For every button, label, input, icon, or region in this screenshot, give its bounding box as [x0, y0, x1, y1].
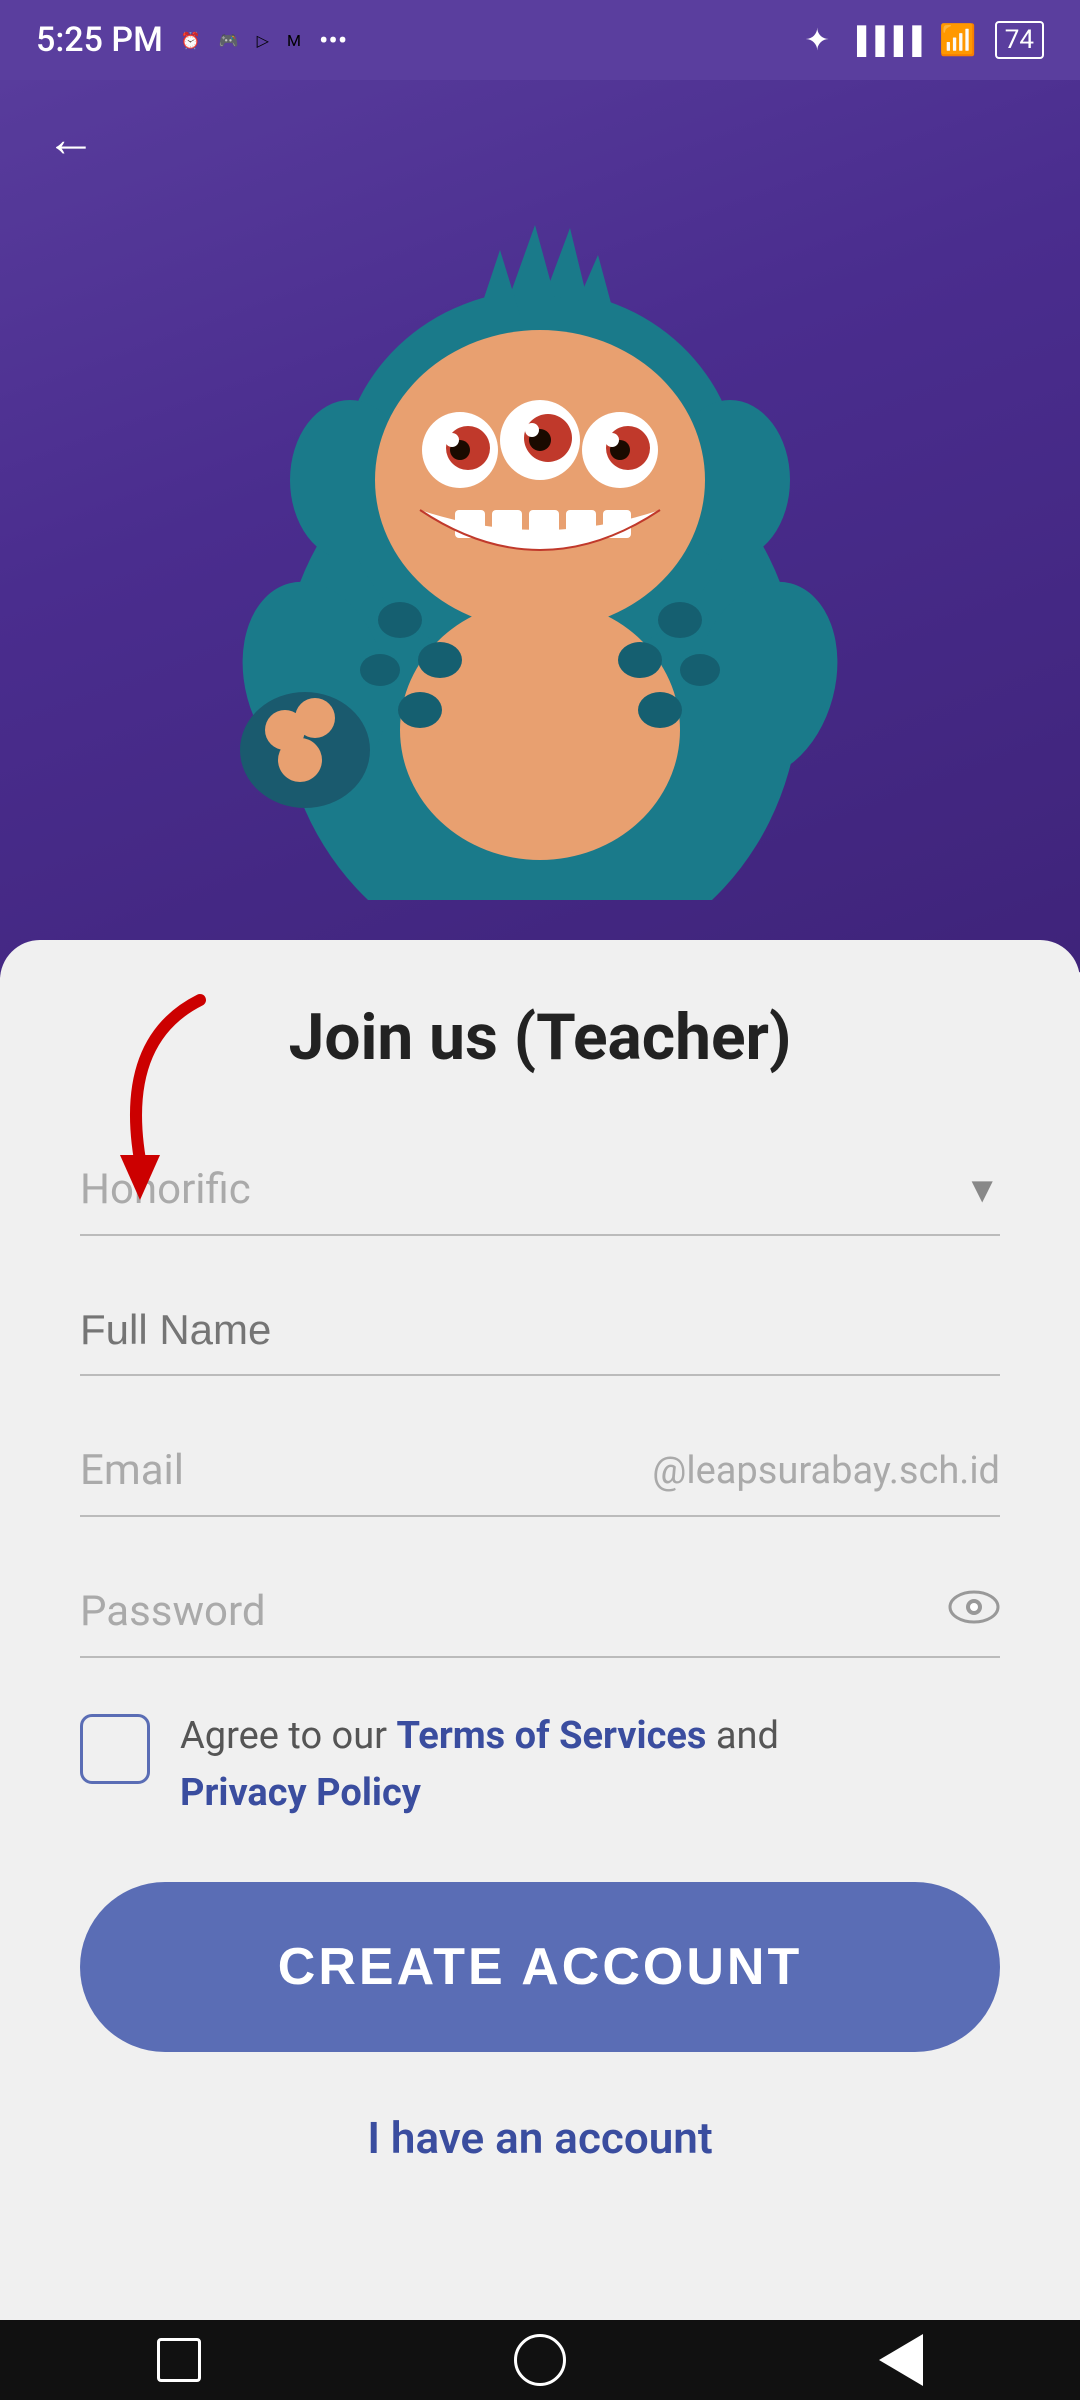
nav-bar [0, 2320, 1080, 2400]
nav-circle-icon [514, 2334, 566, 2386]
terms-text: Agree to our Terms of Services and Priva… [180, 1708, 779, 1822]
nav-home-button[interactable] [514, 2334, 566, 2386]
fullname-field[interactable] [80, 1286, 1000, 1376]
monster-illustration [0, 80, 1080, 900]
nav-square-button[interactable] [157, 2338, 201, 2382]
bluetooth-icon: ✦ [805, 23, 830, 58]
privacy-link[interactable]: Privacy Policy [180, 1771, 421, 1815]
dots-icon: ••• [319, 24, 347, 57]
email-field[interactable]: Email @leapsurabay.sch.id [80, 1426, 1000, 1517]
email-label: Email [80, 1446, 260, 1495]
dropdown-arrow-icon: ▼ [964, 1169, 1000, 1211]
game-icon: 🎮 [219, 31, 239, 50]
password-toggle-icon[interactable] [948, 1587, 1000, 1636]
fullname-input[interactable] [80, 1286, 1000, 1374]
nav-back-button[interactable] [879, 2334, 923, 2386]
nav-triangle-icon [879, 2334, 923, 2386]
monster-svg [200, 170, 880, 900]
red-arrow-annotation [60, 980, 240, 1214]
mail-icon: M [287, 31, 301, 50]
password-field[interactable]: Password [80, 1567, 1000, 1658]
status-bar: 5:25 PM ⏰ 🎮 ▷ M ••• ✦ ▐▐▐▐ 📶 74 [0, 0, 1080, 80]
wifi-icon: 📶 [939, 23, 976, 58]
battery-icon: 74 [995, 21, 1044, 59]
email-domain-suffix: @leapsurabay.sch.id [652, 1449, 1000, 1493]
terms-link[interactable]: Terms of Services [396, 1714, 706, 1758]
have-account-link[interactable]: I have an account [80, 2112, 1000, 2164]
alarm-icon: ⏰ [181, 31, 201, 50]
password-label: Password [80, 1587, 948, 1636]
back-button[interactable]: ← [36, 100, 106, 178]
terms-checkbox[interactable] [80, 1714, 150, 1784]
status-time: 5:25 PM [36, 20, 163, 60]
play-icon: ▷ [257, 31, 269, 50]
signal-icon: ▐▐▐▐ [848, 25, 922, 56]
create-account-button[interactable]: CREATE ACCOUNT [80, 1882, 1000, 2052]
nav-square-icon [157, 2338, 201, 2382]
terms-checkbox-row: Agree to our Terms of Services and Priva… [80, 1708, 1000, 1822]
